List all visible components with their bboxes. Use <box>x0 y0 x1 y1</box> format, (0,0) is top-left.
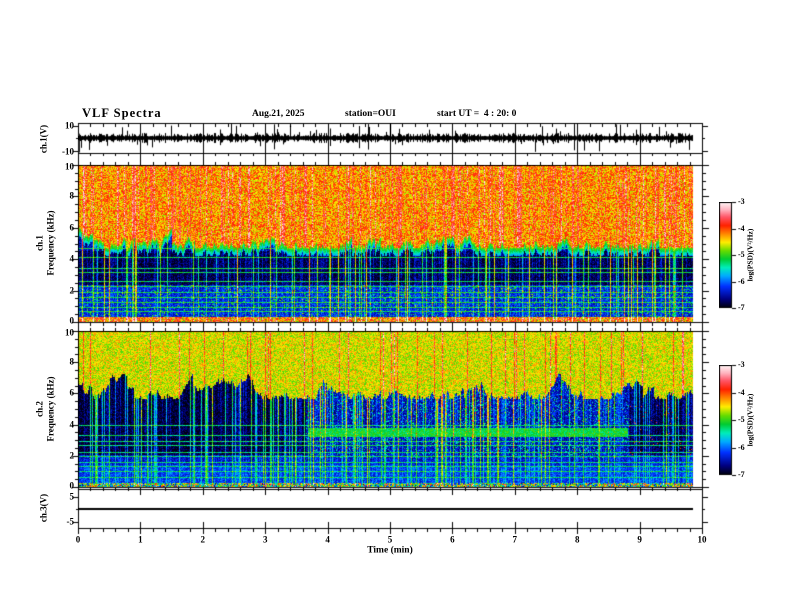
colorbar2-tick-label: -4 <box>738 387 745 397</box>
ch3-ytick: 5 <box>69 491 75 501</box>
colorbar1-tick-label: -7 <box>738 303 745 312</box>
colorbar2-label: log(PSD)(V²/Hz) <box>745 393 755 447</box>
x-tick-label: 5 <box>387 534 393 545</box>
ch2-frequency-axis-label: Frequency (kHz) <box>45 376 56 442</box>
ch1-spec-ytick: 8 <box>69 190 75 201</box>
ch1-axis-label-line1: ch.1 <box>34 235 45 251</box>
ch1-spec-ytick: 0 <box>69 315 75 326</box>
ch1-spec-ytick: 4 <box>69 253 75 264</box>
x-tick-label: 3 <box>262 534 268 545</box>
x-tick-label: 9 <box>637 534 642 545</box>
colorbar2-tick-label: -7 <box>738 470 745 479</box>
x-tick-label: 2 <box>200 534 206 545</box>
ch3-voltage-axis-label: ch.3(V) <box>38 493 49 523</box>
axes-overlay <box>0 0 792 612</box>
ch2-spec-ytick: 4 <box>69 419 75 430</box>
colorbar1-tick-label: -4 <box>738 223 745 233</box>
colorbar1-label: log(PSD)(V²/Hz) <box>745 228 755 282</box>
x-tick-label: 7 <box>512 534 518 545</box>
ch1-spec-ytick: 10 <box>65 161 74 172</box>
x-tick-label: 6 <box>450 534 455 545</box>
vlf-spectra-figure: VLF Spectra Aug.21, 2025 station=OUI sta… <box>0 0 792 612</box>
colorbar2-tick-label: -5 <box>738 415 745 424</box>
ch1-spec-ytick: 2 <box>69 285 75 296</box>
colorbar2-tick-label: -3 <box>738 360 745 369</box>
colorbar2-tick-label: -6 <box>738 442 745 452</box>
colorbar1-tick-label: -5 <box>738 250 745 259</box>
colorbar1-tick-label: -3 <box>738 197 745 206</box>
ch1-frequency-axis-label: Frequency (kHz) <box>45 210 56 276</box>
ch1-wave-ytick: -10 <box>62 146 74 157</box>
ch1-spec-ytick: 6 <box>69 222 75 233</box>
colorbar1-tick-label: -6 <box>738 276 745 286</box>
x-tick-label: 1 <box>138 534 143 545</box>
ch2-spec-ytick: 10 <box>65 327 74 338</box>
ch2-axis-label-line1: ch.2 <box>34 401 45 417</box>
ch2-spec-ytick: 0 <box>69 480 75 491</box>
x-tick-label: 10 <box>697 534 707 545</box>
ch2-spec-ytick: 6 <box>69 387 75 398</box>
ch2-spec-ytick: 8 <box>69 356 75 367</box>
ch1-wave-ytick: 10 <box>65 120 74 131</box>
x-tick-label: 4 <box>325 534 330 545</box>
ch3-ytick: -5 <box>66 516 75 526</box>
x-tick-label: 8 <box>574 534 580 545</box>
ch1-voltage-axis-label: ch.1(V) <box>38 124 49 154</box>
ch2-spec-ytick: 2 <box>69 450 75 461</box>
time-axis-label: Time (min) <box>367 545 413 556</box>
x-tick-label: 0 <box>75 534 81 545</box>
